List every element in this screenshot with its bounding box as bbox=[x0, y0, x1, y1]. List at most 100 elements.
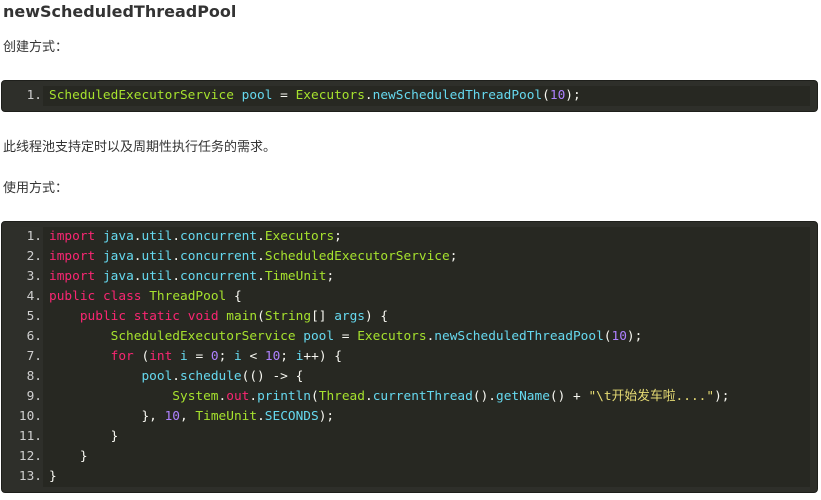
code-token: Executors bbox=[264, 229, 335, 244]
code-token: ); bbox=[565, 88, 581, 103]
code-token: ); bbox=[714, 389, 730, 404]
code-text: pool.schedule(() -> { bbox=[43, 367, 810, 387]
code-token: ( bbox=[257, 309, 265, 324]
code-token: class bbox=[102, 289, 142, 304]
code-line: 7. for (int i = 0; i < 10; i++) { bbox=[2, 347, 817, 367]
code-token: . bbox=[172, 369, 180, 384]
code-token: 10 bbox=[549, 88, 566, 103]
description-text: 此线程池支持定时以及周期性执行任务的需求。 bbox=[3, 140, 277, 155]
code-token: } bbox=[49, 469, 57, 484]
code-token: . bbox=[364, 88, 373, 103]
code-token: ++) { bbox=[303, 349, 342, 364]
code-token: ScheduledExecutorService bbox=[264, 249, 450, 264]
code-line: 3. import java.util.concurrent.TimeUnit; bbox=[2, 267, 817, 287]
code-token: . bbox=[172, 269, 181, 284]
code-token: import bbox=[49, 229, 96, 244]
code-token: }, bbox=[49, 409, 165, 424]
code-token: SECONDS bbox=[264, 409, 319, 424]
code-token: Executors bbox=[357, 329, 427, 344]
line-number: 7. bbox=[26, 349, 42, 364]
code-token: ; bbox=[280, 349, 296, 364]
code-token: ScheduledExecutorService bbox=[49, 88, 234, 103]
usage-method-label: 使用方式： bbox=[3, 181, 69, 196]
code-token: ); bbox=[318, 409, 335, 424]
line-number: 13. bbox=[18, 469, 42, 484]
code-token: { bbox=[226, 289, 242, 304]
code-token: . bbox=[172, 249, 181, 264]
code-token: util bbox=[141, 229, 173, 244]
line-number: 2. bbox=[26, 249, 42, 264]
code-token: . bbox=[257, 249, 265, 264]
line-number: 5. bbox=[26, 309, 42, 324]
code-line: 1. import java.util.concurrent.Executors; bbox=[2, 227, 817, 247]
code-line: 12. } bbox=[2, 447, 817, 467]
code-token: [] bbox=[311, 309, 335, 324]
code-token: . bbox=[364, 389, 373, 404]
code-text: for (int i = 0; i < 10; i++) { bbox=[43, 347, 810, 367]
code-token: ) { bbox=[365, 309, 389, 324]
line-number: 1. bbox=[26, 229, 42, 244]
code-token: for bbox=[110, 349, 134, 364]
code-token: ScheduledExecutorService bbox=[110, 329, 296, 344]
line-number: 4. bbox=[26, 289, 42, 304]
code-line: 1. ScheduledExecutorService pool = Execut… bbox=[2, 86, 817, 106]
line-number: 1. bbox=[26, 88, 42, 103]
code-token: args bbox=[334, 309, 366, 324]
code-token: (() -> { bbox=[241, 369, 304, 384]
code-token: int bbox=[149, 349, 173, 364]
code-token: i bbox=[234, 349, 242, 364]
code-token: . bbox=[249, 389, 258, 404]
code-token: Thread bbox=[318, 389, 365, 404]
code-text: ScheduledExecutorService pool = Executor… bbox=[43, 86, 810, 106]
code-text: System.out.println(Thread.currentThread(… bbox=[43, 387, 810, 407]
code-token: println bbox=[257, 389, 312, 404]
create-method-label: 创建方式： bbox=[3, 40, 69, 55]
code-token: java bbox=[102, 249, 134, 264]
code-text: public class ThreadPool { bbox=[43, 287, 810, 307]
code-token: main bbox=[226, 309, 258, 324]
code-token: } bbox=[49, 429, 119, 444]
code-token: util bbox=[141, 249, 173, 264]
code-token: newScheduledThreadPool bbox=[372, 88, 543, 103]
code-token: util bbox=[141, 269, 173, 284]
code-token: 10 bbox=[164, 409, 180, 424]
code-block-usage: 1. import java.util.concurrent.Executors;… bbox=[1, 221, 818, 493]
code-token: 10 bbox=[264, 349, 281, 364]
code-token: pool bbox=[303, 329, 335, 344]
code-token: java bbox=[102, 229, 134, 244]
line-number: 8. bbox=[26, 369, 42, 384]
line-number: 11. bbox=[18, 429, 42, 444]
code-token: . bbox=[257, 229, 265, 244]
code-line: 11. } bbox=[2, 427, 817, 447]
line-number: 9. bbox=[26, 389, 42, 404]
code-token: = bbox=[187, 349, 211, 364]
code-line: 13.} bbox=[2, 467, 817, 487]
code-text: } bbox=[43, 427, 810, 447]
code-token: System bbox=[172, 389, 219, 404]
code-token: out bbox=[226, 389, 250, 404]
code-line: 6. ScheduledExecutorService pool = Execu… bbox=[2, 327, 817, 347]
code-token: void bbox=[187, 309, 219, 324]
code-token: String bbox=[264, 309, 312, 324]
code-token: getName bbox=[495, 389, 550, 404]
code-token: = bbox=[334, 329, 358, 344]
code-token: pool bbox=[241, 88, 273, 103]
code-token: . bbox=[257, 269, 265, 284]
line-number: 10. bbox=[18, 409, 42, 424]
code-token: ( bbox=[133, 349, 150, 364]
code-token: (). bbox=[472, 389, 496, 404]
line-number: 12. bbox=[18, 449, 42, 464]
code-token: public bbox=[79, 309, 127, 324]
code-token: "\t开始发车啦...." bbox=[588, 389, 715, 404]
